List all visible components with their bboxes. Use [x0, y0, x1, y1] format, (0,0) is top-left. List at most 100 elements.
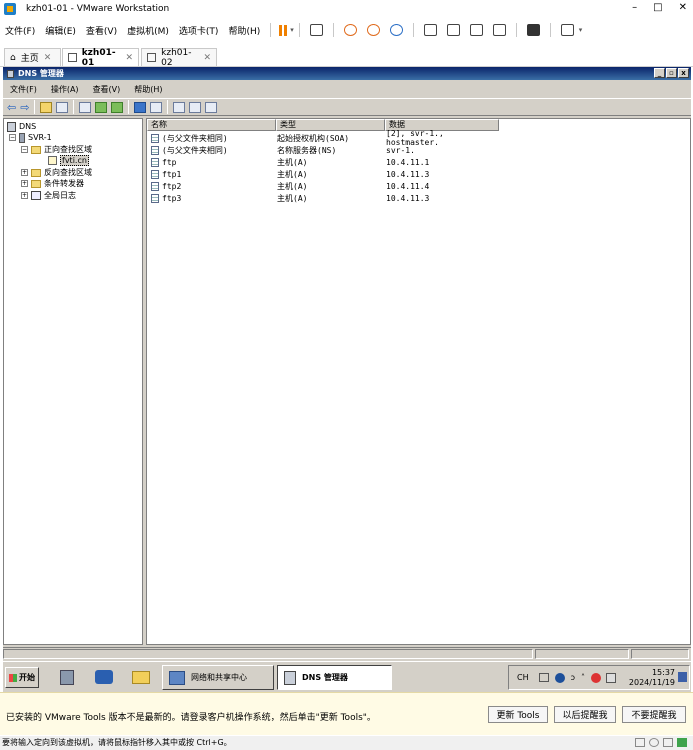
desktop-icon[interactable]: [678, 672, 687, 682]
record-name: ftp3: [162, 193, 182, 203]
remind-later-button[interactable]: 以后提醒我: [554, 706, 616, 723]
tree-node-logs[interactable]: + 全局日志: [21, 190, 76, 201]
show-hidden-icon[interactable]: ˄: [581, 673, 585, 682]
help-circle-icon[interactable]: [554, 672, 565, 683]
ime-icon[interactable]: ↄ: [571, 673, 575, 682]
show-tree-icon[interactable]: [56, 101, 69, 113]
minimize-button[interactable]: –: [632, 2, 637, 13]
network-adapter-icon[interactable]: [663, 738, 673, 747]
clock[interactable]: 15:37 2024/11/19: [629, 668, 675, 688]
taskbar-dns-manager[interactable]: DNS 管理器: [277, 665, 392, 690]
tree-node-zone[interactable]: fvti.cn: [48, 155, 89, 166]
menu-vm[interactable]: 虚拟机(M): [122, 24, 174, 37]
sidebar-icon[interactable]: [423, 24, 437, 36]
send-keys-icon[interactable]: [309, 24, 323, 36]
menu-edit[interactable]: 编辑(E): [40, 24, 81, 37]
refresh-icon[interactable]: [95, 101, 108, 113]
view-icon[interactable]: [150, 101, 163, 113]
minimize-button[interactable]: _: [654, 68, 665, 78]
tree-node-server[interactable]: − SVR-1: [9, 132, 52, 143]
console-icon[interactable]: [526, 24, 540, 36]
tab-kzh01-01[interactable]: kzh01-01 ✕: [62, 48, 139, 68]
taskbar-network-center[interactable]: 网络和共享中心: [162, 665, 274, 690]
tree-node-forwarders[interactable]: + 条件转发器: [21, 178, 84, 189]
collapse-icon[interactable]: −: [9, 134, 16, 141]
collapse-icon[interactable]: −: [21, 146, 28, 153]
table-row[interactable]: ftp 主机(A) 10.4.11.1: [151, 156, 496, 168]
close-button[interactable]: x: [678, 68, 689, 78]
chevron-down-icon[interactable]: ▾: [579, 26, 583, 34]
dns-menu-help[interactable]: 帮助(H): [127, 84, 169, 95]
table-row[interactable]: (与父文件夹相同) 名称服务器(NS) svr-1.: [151, 144, 496, 156]
dns-menu-view[interactable]: 查看(V): [86, 84, 128, 95]
notice-message: 已安装的 VMware Tools 版本不是最新的。请登录客户机操作系统，然后单…: [6, 713, 376, 723]
close-icon[interactable]: ✕: [203, 53, 211, 63]
chevron-down-icon[interactable]: ▾: [290, 26, 294, 34]
tab-kzh01-02[interactable]: kzh01-02 ✕: [141, 48, 217, 68]
stretch-icon[interactable]: [560, 24, 574, 36]
server-manager-icon[interactable]: [57, 667, 79, 688]
back-icon[interactable]: ⇦: [7, 101, 16, 114]
expand-icon[interactable]: +: [21, 192, 28, 199]
revert-snapshot-icon[interactable]: [366, 24, 380, 36]
record-data: 10.4.11.4: [386, 181, 430, 191]
tree-node-forward-zone[interactable]: − 正向查找区域: [21, 144, 92, 155]
vm-status-bar: 要将输入定向到该虚拟机，请将鼠标指针移入其中或按 Ctrl+G。: [0, 736, 693, 750]
menu-help[interactable]: 帮助(H): [223, 24, 265, 37]
tree-label: fvti.cn: [60, 155, 89, 166]
display-icon[interactable]: [677, 738, 687, 747]
tree-node-dns[interactable]: DNS: [7, 121, 36, 132]
table-row[interactable]: ftp3 主机(A) 10.4.11.3: [151, 192, 496, 204]
record-type: 起始授权机构(SOA): [277, 133, 350, 143]
keyboard-icon[interactable]: [538, 673, 549, 682]
menu-tabs[interactable]: 选项卡(T): [174, 24, 224, 37]
fullscreen-icon[interactable]: [469, 24, 483, 36]
dns-menu-file[interactable]: 文件(F): [3, 84, 44, 95]
start-button[interactable]: 开始: [5, 667, 39, 688]
cd-icon[interactable]: [649, 738, 659, 747]
close-button[interactable]: ✕: [679, 2, 687, 13]
table-row[interactable]: (与父文件夹相同) 起始授权机构(SOA) [2], svr-1., hostm…: [151, 129, 496, 147]
network-alert-icon[interactable]: [591, 672, 602, 683]
restore-button[interactable]: ▫: [666, 68, 677, 78]
powershell-icon[interactable]: [93, 667, 115, 688]
column-type[interactable]: 类型: [276, 119, 385, 131]
table-row[interactable]: ftp1 主机(A) 10.4.11.3: [151, 168, 496, 180]
expand-icon[interactable]: +: [21, 169, 28, 176]
tab-home[interactable]: ⌂ 主页 ✕: [4, 48, 61, 66]
menu-file[interactable]: 文件(F): [0, 24, 40, 37]
properties-icon[interactable]: [79, 101, 92, 113]
dns-menu-action[interactable]: 操作(A): [44, 84, 86, 95]
pause-icon[interactable]: [278, 24, 288, 36]
forward-icon[interactable]: ⇨: [20, 101, 29, 114]
record-data: 10.4.11.3: [386, 169, 430, 179]
language-indicator[interactable]: CH: [517, 673, 529, 682]
maximize-button[interactable]: □: [653, 2, 662, 13]
tree-node-reverse-zone[interactable]: + 反向查找区域: [21, 167, 92, 178]
new-host-icon[interactable]: [173, 101, 186, 113]
new-record-icon[interactable]: [189, 101, 202, 113]
table-row[interactable]: ftp2 主机(A) 10.4.11.4: [151, 180, 496, 192]
thumbnail-icon[interactable]: [446, 24, 460, 36]
help-icon[interactable]: [134, 101, 147, 113]
unity-icon[interactable]: [492, 24, 506, 36]
close-icon[interactable]: ✕: [125, 53, 133, 63]
update-tools-button[interactable]: 更新 Tools: [488, 706, 548, 723]
action-center-icon[interactable]: [606, 672, 617, 683]
disk-icon[interactable]: [635, 738, 645, 747]
close-icon[interactable]: ✕: [44, 53, 52, 63]
guest-screen[interactable]: DNS 管理器 _ ▫ x 文件(F) 操作(A) 查看(V) 帮助(H) ⇦ …: [3, 67, 691, 692]
explorer-icon[interactable]: [130, 667, 152, 688]
record-name: ftp1: [162, 169, 182, 179]
column-name[interactable]: 名称: [147, 119, 276, 131]
never-remind-button[interactable]: 不要提醒我: [622, 706, 686, 723]
expand-icon[interactable]: +: [21, 180, 28, 187]
new-domain-icon[interactable]: [205, 101, 218, 113]
up-folder-icon[interactable]: [40, 101, 53, 113]
record-name: (与父文件夹相同): [162, 145, 228, 155]
snapshot-icon[interactable]: [343, 24, 357, 36]
snapshot-manager-icon[interactable]: [389, 24, 403, 36]
clock-date: 2024/11/19: [628, 678, 675, 687]
export-icon[interactable]: [111, 101, 124, 113]
menu-view[interactable]: 查看(V): [81, 24, 122, 37]
